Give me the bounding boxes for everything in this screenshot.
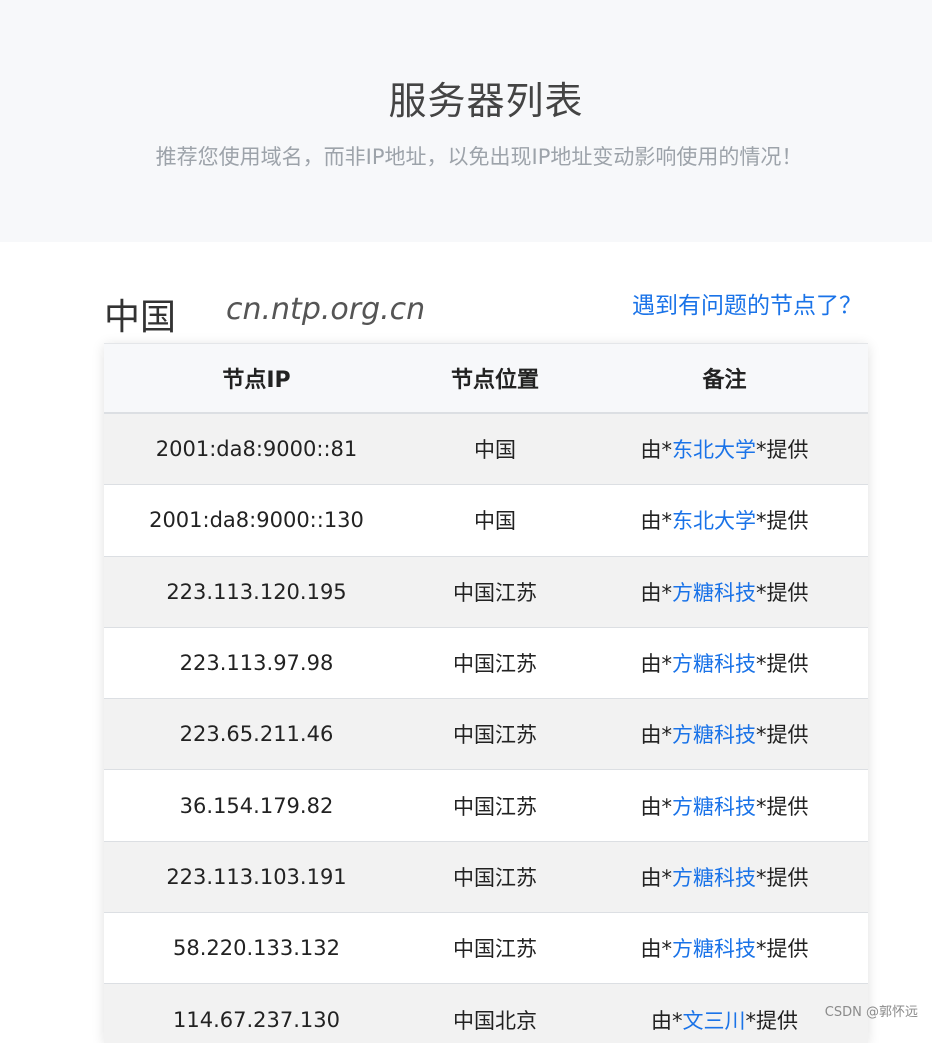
remark-prefix: 由* bbox=[641, 795, 673, 819]
table-body: 2001:da8:9000::81中国由*东北大学*提供2001:da8:900… bbox=[104, 414, 868, 1043]
cell-remark: 由*方糖科技*提供 bbox=[581, 648, 868, 678]
cell-node-location: 中国 bbox=[409, 505, 581, 535]
header-remark: 备注 bbox=[581, 362, 868, 394]
remark-suffix: *提供 bbox=[756, 795, 809, 819]
cell-remark: 由*方糖科技*提供 bbox=[581, 719, 868, 749]
cell-node-ip: 2001:da8:9000::130 bbox=[104, 508, 409, 532]
table-row: 36.154.179.82中国江苏由*方糖科技*提供 bbox=[104, 770, 868, 841]
table-row: 58.220.133.132中国江苏由*方糖科技*提供 bbox=[104, 913, 868, 984]
report-problem-node-link[interactable]: 遇到有问题的节点了？ bbox=[632, 286, 862, 320]
page-title: 服务器列表 bbox=[0, 70, 932, 125]
provider-link[interactable]: 方糖科技 bbox=[672, 866, 756, 890]
cell-remark: 由*方糖科技*提供 bbox=[581, 933, 868, 963]
remark-suffix: *提供 bbox=[756, 438, 809, 462]
remark-prefix: 由* bbox=[651, 1009, 683, 1033]
remark-prefix: 由* bbox=[641, 438, 673, 462]
remark-suffix: *提供 bbox=[756, 652, 809, 676]
cell-node-location: 中国江苏 bbox=[409, 648, 581, 678]
cell-node-location: 中国江苏 bbox=[409, 577, 581, 607]
hero-banner: 服务器列表 推荐您使用域名，而非IP地址，以免出现IP地址变动影响使用的情况！ bbox=[0, 0, 932, 242]
cell-node-ip: 223.113.103.191 bbox=[104, 865, 409, 889]
provider-link[interactable]: 文三川 bbox=[683, 1009, 746, 1033]
remark-suffix: *提供 bbox=[756, 723, 809, 747]
table-header: 节点IP 节点位置 备注 bbox=[104, 343, 868, 414]
table-row: 223.65.211.46中国江苏由*方糖科技*提供 bbox=[104, 699, 868, 770]
remark-prefix: 由* bbox=[641, 723, 673, 747]
remark-suffix: *提供 bbox=[756, 509, 809, 533]
remark-prefix: 由* bbox=[641, 652, 673, 676]
table-row: 2001:da8:9000::81中国由*东北大学*提供 bbox=[104, 414, 868, 485]
cell-remark: 由*方糖科技*提供 bbox=[581, 791, 868, 821]
cell-node-location: 中国江苏 bbox=[409, 862, 581, 892]
remark-prefix: 由* bbox=[641, 581, 673, 605]
remark-prefix: 由* bbox=[641, 866, 673, 890]
cell-node-location: 中国北京 bbox=[409, 1005, 581, 1035]
cell-node-ip: 36.154.179.82 bbox=[104, 794, 409, 818]
remark-suffix: *提供 bbox=[756, 937, 809, 961]
watermark: CSDN @郭怀远 bbox=[825, 1001, 918, 1020]
cell-node-ip: 223.113.120.195 bbox=[104, 580, 409, 604]
provider-link[interactable]: 东北大学 bbox=[672, 509, 756, 533]
cell-node-location: 中国江苏 bbox=[409, 719, 581, 749]
table-row: 223.113.120.195中国江苏由*方糖科技*提供 bbox=[104, 557, 868, 628]
table-row: 114.67.237.130中国北京由*文三川*提供 bbox=[104, 984, 868, 1043]
provider-link[interactable]: 方糖科技 bbox=[672, 723, 756, 747]
cell-remark: 由*方糖科技*提供 bbox=[581, 577, 868, 607]
cell-node-location: 中国 bbox=[409, 434, 581, 464]
header-node-location: 节点位置 bbox=[409, 362, 581, 394]
table-row: 223.113.103.191中国江苏由*方糖科技*提供 bbox=[104, 842, 868, 913]
remark-prefix: 由* bbox=[641, 937, 673, 961]
remark-suffix: *提供 bbox=[756, 866, 809, 890]
region-name: 中国 bbox=[104, 288, 176, 340]
cell-remark: 由*东北大学*提供 bbox=[581, 434, 868, 464]
cell-node-location: 中国江苏 bbox=[409, 933, 581, 963]
cell-node-location: 中国江苏 bbox=[409, 791, 581, 821]
provider-link[interactable]: 东北大学 bbox=[672, 438, 756, 462]
table-row: 2001:da8:9000::130中国由*东北大学*提供 bbox=[104, 485, 868, 556]
cell-node-ip: 223.65.211.46 bbox=[104, 722, 409, 746]
cell-node-ip: 2001:da8:9000::81 bbox=[104, 437, 409, 461]
header-node-ip: 节点IP bbox=[104, 362, 409, 394]
provider-link[interactable]: 方糖科技 bbox=[672, 581, 756, 605]
page-subtitle: 推荐您使用域名，而非IP地址，以免出现IP地址变动影响使用的情况！ bbox=[0, 141, 932, 171]
cell-node-ip: 58.220.133.132 bbox=[104, 936, 409, 960]
cell-node-ip: 223.113.97.98 bbox=[104, 651, 409, 675]
server-table: 节点IP 节点位置 备注 2001:da8:9000::81中国由*东北大学*提… bbox=[104, 343, 868, 1043]
cell-remark: 由*方糖科技*提供 bbox=[581, 862, 868, 892]
provider-link[interactable]: 方糖科技 bbox=[672, 937, 756, 961]
table-row: 223.113.97.98中国江苏由*方糖科技*提供 bbox=[104, 628, 868, 699]
remark-suffix: *提供 bbox=[756, 581, 809, 605]
cell-remark: 由*东北大学*提供 bbox=[581, 505, 868, 535]
remark-prefix: 由* bbox=[641, 509, 673, 533]
provider-link[interactable]: 方糖科技 bbox=[672, 652, 756, 676]
region-domain: cn.ntp.org.cn bbox=[226, 292, 425, 327]
remark-suffix: *提供 bbox=[746, 1009, 799, 1033]
provider-link[interactable]: 方糖科技 bbox=[672, 795, 756, 819]
